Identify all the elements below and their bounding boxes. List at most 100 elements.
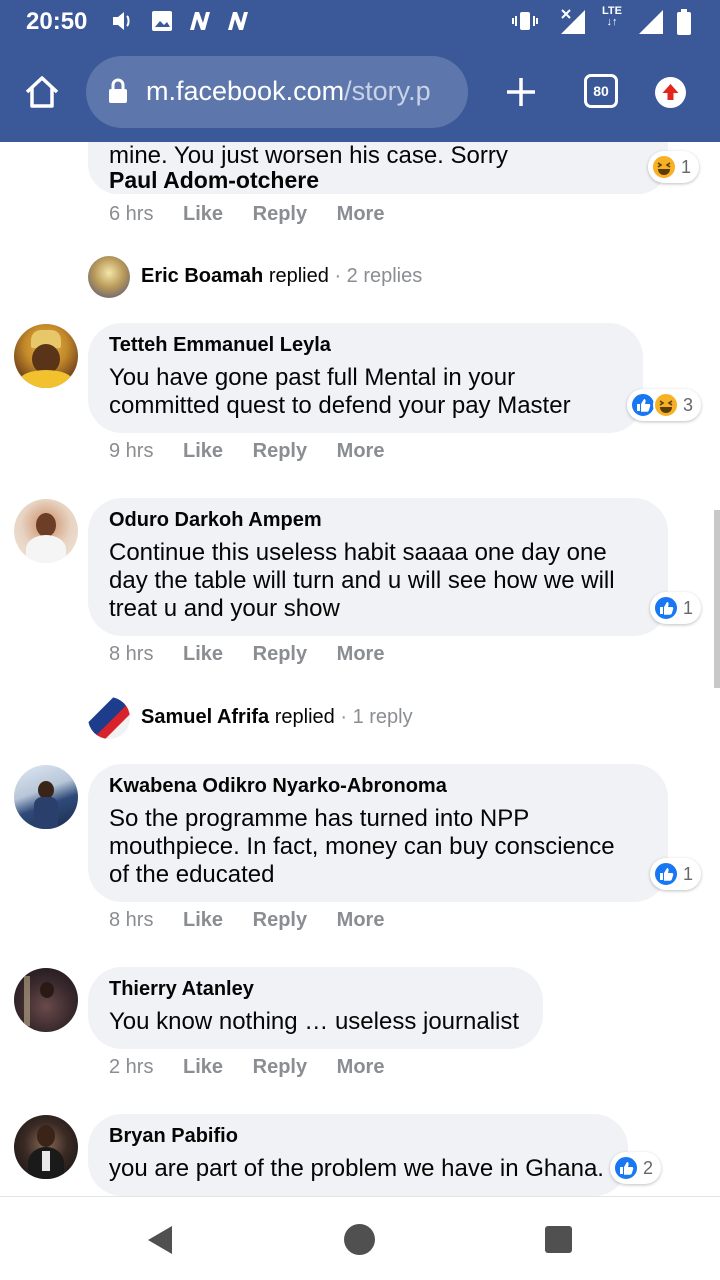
avatar[interactable] <box>14 499 78 563</box>
more-button[interactable]: More <box>337 1056 385 1079</box>
comment-author[interactable]: Oduro Darkoh Ampem <box>109 508 648 532</box>
like-reaction-icon <box>653 861 679 887</box>
home-icon[interactable] <box>22 72 62 112</box>
avatar[interactable] <box>14 968 78 1032</box>
haha-icon <box>651 154 677 180</box>
update-icon[interactable] <box>655 77 686 108</box>
like-button[interactable]: Like <box>183 1056 223 1079</box>
reply-button[interactable]: Reply <box>253 203 307 226</box>
browser-toolbar: m.facebook.com/story.p 80 <box>0 44 720 142</box>
avatar[interactable] <box>14 765 78 829</box>
reply-author[interactable]: Eric Boamah <box>141 265 263 287</box>
network-type: LTE ↓↑ <box>602 5 622 28</box>
image-icon <box>152 11 172 31</box>
reply-button[interactable]: Reply <box>253 440 307 463</box>
recents-icon[interactable] <box>545 1226 572 1253</box>
reaction-summary[interactable]: 2 <box>610 1152 662 1184</box>
reply-verb: replied <box>274 706 335 728</box>
comment-bubble: Kwabena Odikro Nyarko-Abronoma So the pr… <box>88 764 668 902</box>
comment-text: You have gone past full Mental in your c… <box>109 364 571 419</box>
comment-bubble: Tetteh Emmanuel Leyla You have gone past… <box>88 323 643 433</box>
reply-button[interactable]: Reply <box>253 643 307 666</box>
more-button[interactable]: More <box>337 203 385 226</box>
scrollbar[interactable] <box>714 510 720 688</box>
more-button[interactable]: More <box>337 909 385 932</box>
url-text[interactable]: m.facebook.com/story.p <box>146 76 431 107</box>
tab-count-button[interactable]: 80 <box>584 74 618 108</box>
avatar[interactable] <box>14 324 78 388</box>
avatar <box>88 256 130 298</box>
lock-icon <box>109 78 127 103</box>
no-signal-icon <box>561 9 585 34</box>
replies-summary[interactable]: Eric Boamah replied · 2 replies <box>88 256 488 300</box>
comment-author[interactable]: Kwabena Odikro Nyarko-Abronoma <box>109 774 648 798</box>
back-icon[interactable] <box>146 1225 174 1255</box>
battery-icon <box>677 9 691 35</box>
comment-author[interactable]: Tetteh Emmanuel Leyla <box>109 333 623 357</box>
comment-author[interactable]: Thierry Atanley <box>109 977 523 1001</box>
comment-time: 8 hrs <box>109 909 154 931</box>
reaction-count: 1 <box>683 863 694 884</box>
comment-bubble: Bryan Pabifio you are part of the proble… <box>88 1114 628 1196</box>
more-button[interactable]: More <box>337 440 385 463</box>
comment-time: 2 hrs <box>109 1056 154 1078</box>
avatar <box>88 697 130 739</box>
comment-text: mine. You just worsen his case. Sorry <box>109 142 508 169</box>
n-notification-icon <box>190 12 210 30</box>
reaction-summary[interactable]: 1 <box>650 592 702 624</box>
avatar[interactable] <box>14 1115 78 1179</box>
status-bar: 20:50 LTE ↓↑ <box>0 0 720 44</box>
reaction-summary[interactable]: 3 <box>627 389 702 421</box>
comment-text: You know nothing … useless journalist <box>109 1008 520 1035</box>
reply-verb: replied <box>268 265 329 287</box>
reply-text[interactable]: Samuel Afrifa replied · 1 reply <box>141 706 413 729</box>
replies-summary[interactable]: Samuel Afrifa replied · 1 reply <box>88 697 488 741</box>
vibrate-icon <box>512 12 538 30</box>
comment-actions: 6 hrs Like Reply More <box>109 203 408 226</box>
reply-count: · 1 reply <box>340 706 413 728</box>
comment-bubble: mine. You just worsen his case. Sorry Pa… <box>88 142 668 194</box>
reply-author[interactable]: Samuel Afrifa <box>141 706 269 728</box>
status-time: 20:50 <box>26 8 88 35</box>
like-button[interactable]: Like <box>183 440 223 463</box>
reply-button[interactable]: Reply <box>253 909 307 932</box>
comment-text: So the programme has turned into NPP mou… <box>109 805 615 888</box>
like-button[interactable]: Like <box>183 643 223 666</box>
volume-icon <box>113 12 130 30</box>
comment-time: 8 hrs <box>109 643 154 665</box>
comment-text: Continue this useless habit saaaa one da… <box>109 539 615 622</box>
comment-bubble: Oduro Darkoh Ampem Continue this useless… <box>88 498 668 636</box>
comment-actions: 8 hrs Like Reply More <box>109 643 408 666</box>
comment-time: 9 hrs <box>109 440 154 462</box>
reply-button[interactable]: Reply <box>253 1056 307 1079</box>
url-bar[interactable]: m.facebook.com/story.p <box>86 56 468 128</box>
like-button[interactable]: Like <box>183 909 223 932</box>
reaction-count: 1 <box>681 156 692 177</box>
comment-actions: 8 hrs Like Reply More <box>109 909 408 932</box>
comment-actions: 9 hrs Like Reply More <box>109 440 408 463</box>
reaction-count: 2 <box>643 1157 654 1178</box>
comment-author[interactable]: Bryan Pabifio <box>109 1124 608 1148</box>
comment-text: you are part of the problem we have in G… <box>109 1155 604 1182</box>
reaction-summary[interactable]: 1 <box>650 858 702 890</box>
comment-author[interactable]: Paul Adom-otchere <box>109 168 648 192</box>
signal-icon <box>639 10 663 34</box>
reply-count: · 2 replies <box>334 265 423 287</box>
reaction-summary[interactable]: 1 <box>648 151 700 183</box>
reaction-count: 3 <box>683 394 694 415</box>
android-nav-bar <box>0 1196 720 1280</box>
home-icon[interactable] <box>344 1224 375 1255</box>
new-tab-icon[interactable] <box>503 74 539 110</box>
comment-bubble: Thierry Atanley You know nothing … usele… <box>88 967 543 1049</box>
reaction-count: 1 <box>683 597 694 618</box>
comment-time: 6 hrs <box>109 203 154 225</box>
n-notification-icon <box>228 12 248 30</box>
more-button[interactable]: More <box>337 643 385 666</box>
haha-icon <box>653 392 679 418</box>
comments-feed[interactable]: mine. You just worsen his case. Sorry Pa… <box>0 142 720 1196</box>
like-reaction-icon <box>613 1155 639 1181</box>
like-reaction-icon <box>653 595 679 621</box>
comment-actions: 2 hrs Like Reply More <box>109 1056 408 1079</box>
reply-text[interactable]: Eric Boamah replied · 2 replies <box>141 265 422 288</box>
like-button[interactable]: Like <box>183 203 223 226</box>
